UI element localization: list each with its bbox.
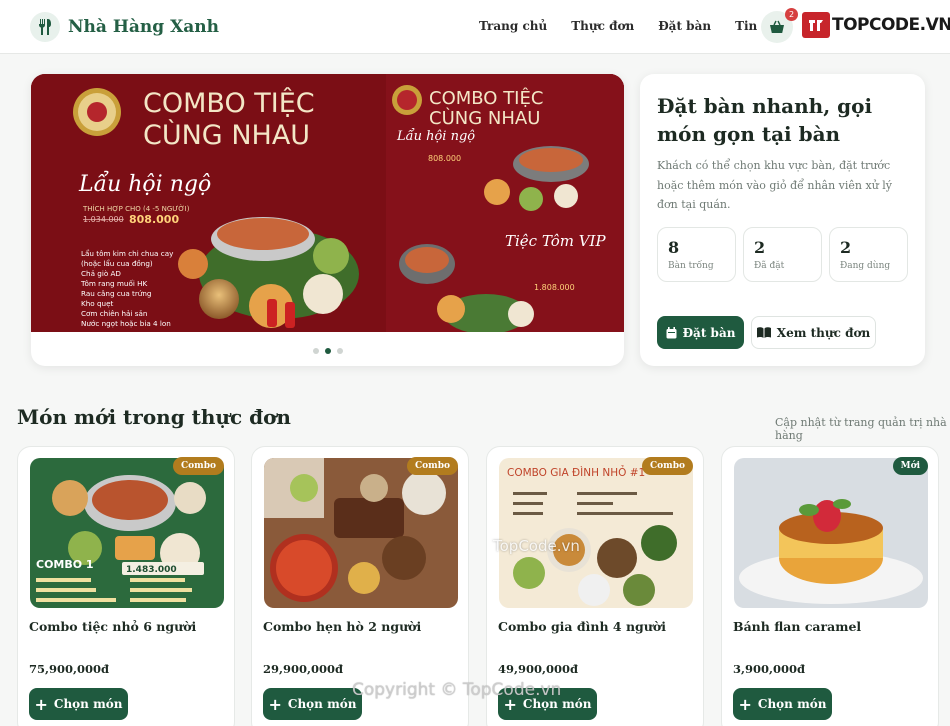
cart-count-badge: 2 [785, 8, 798, 21]
nav-booking[interactable]: Đặt bàn [658, 19, 711, 33]
site-header: Nhà Hàng Xanh Trang chủ Thực đơn Đặt bàn… [0, 0, 950, 54]
dish-image[interactable] [264, 458, 458, 608]
booking-title: Đặt bàn nhanh, gọi món gọn tại bàn [657, 94, 873, 146]
banner-title-line2: CÙNG NHAU [143, 119, 310, 151]
hero-carousel: COMBO TIỆC CÙNG NHAU Lẩu hội ngộ THÍCH H… [31, 74, 624, 366]
banner-item: Chả giò AD [81, 269, 121, 278]
banner-item: Cơm chiên hải sản [81, 309, 147, 318]
topcode-logo-text: TOPCODE.VN [832, 15, 950, 35]
topcode-logo-icon [802, 12, 830, 38]
booking-info-card: Đặt bàn nhanh, gọi món gọn tại bàn Khách… [640, 74, 925, 366]
carousel-dot-1[interactable] [312, 348, 319, 354]
table-stats: 8 Bàn trống 2 Đã đặt 2 Đang dùng [657, 227, 915, 282]
poster-combo-name-1: Lẩu hội ngộ [396, 128, 475, 144]
plus-icon: + [503, 694, 517, 714]
banner-combo-name: Lẩu hội ngộ [78, 169, 211, 197]
brand-name: Nhà Hàng Xanh [68, 17, 219, 37]
menu-card: Mới Bánh flan caramel 3,900,000đ + Chọn … [721, 446, 939, 726]
combo-tag: Combo [173, 457, 224, 475]
banner-item: Kho quẹt [81, 299, 113, 308]
dish-image[interactable] [734, 458, 928, 608]
image-combo-price: 1.483.000 [126, 565, 177, 575]
dish-price: 29,900,000đ [263, 662, 344, 676]
dish-image[interactable]: COMBO GIA ĐÌNH NHỎ #1 [499, 458, 693, 608]
image-combo-label: COMBO 1 [36, 558, 94, 571]
menu-card: COMBO GIA ĐÌNH NHỎ #1 Combo Combo gia đì… [486, 446, 704, 726]
banner-item: Tôm rang muối HK [80, 279, 148, 288]
view-menu-button[interactable]: Xem thực đơn [751, 316, 876, 349]
dish-name: Combo tiệc nhỏ 6 người [29, 619, 197, 634]
stat-in-use: 2 Đang dùng [829, 227, 908, 282]
carousel-dot-3[interactable] [336, 348, 343, 354]
view-menu-label: Xem thực đơn [776, 325, 871, 340]
stat-booked: 2 Đã đặt [743, 227, 822, 282]
book-table-button[interactable]: Đặt bàn [657, 316, 744, 349]
carousel-dots [31, 348, 624, 354]
plus-icon: + [34, 694, 48, 714]
choose-dish-button[interactable]: + Chọn món [263, 688, 362, 720]
dish-name: Combo hẹn hò 2 người [263, 619, 422, 634]
choose-dish-label: Chọn món [757, 697, 827, 711]
choose-dish-label: Chọn món [287, 697, 357, 711]
nav-menu[interactable]: Thực đơn [571, 19, 634, 33]
brand[interactable]: Nhà Hàng Xanh [30, 12, 219, 42]
booking-description: Khách có thể chọn khu vực bàn, đặt trước… [657, 159, 893, 211]
menu-card: COMBO 1 1.483.000 Combo Combo tiệc nhỏ 6… [17, 446, 235, 726]
banner-item: (hoặc lẩu cua đồng) [81, 259, 153, 268]
dish-price: 49,900,000đ [498, 662, 579, 676]
combo-banner-image[interactable]: COMBO TIỆC CÙNG NHAU Lẩu hội ngộ THÍCH H… [31, 74, 624, 334]
poster-combo-name-2: Tiệc Tôm VIP [505, 232, 606, 250]
poster-title-line1: COMBO TIỆC [429, 87, 543, 109]
banner-item: Rau câng cua trứng [81, 289, 151, 298]
topcode-logo: TOPCODE.VN [802, 12, 950, 38]
banner-title-line1: COMBO TIỆC [143, 87, 315, 119]
choose-dish-label: Chọn món [53, 697, 123, 711]
dish-image[interactable]: COMBO 1 1.483.000 [30, 458, 224, 608]
dish-name: Combo gia đình 4 người [498, 619, 666, 634]
poster-price-1: 808.000 [428, 154, 461, 163]
stat-value: 2 [840, 238, 852, 257]
choose-dish-label: Chọn món [522, 697, 592, 711]
stat-label: Đang dùng [840, 261, 891, 271]
banner-item: Lẩu tôm kim chi chua cay [81, 249, 174, 258]
image-combo-label: COMBO GIA ĐÌNH NHỎ #1 [507, 465, 645, 479]
nav-home[interactable]: Trang chủ [479, 19, 547, 33]
section-subtitle: Cập nhật từ trang quản trị nhà hàng [775, 416, 947, 442]
stat-available: 8 Bàn trống [657, 227, 736, 282]
combo-tag: Combo [407, 457, 458, 475]
choose-dish-button[interactable]: + Chọn món [29, 688, 128, 720]
choose-dish-button[interactable]: + Chọn món [733, 688, 832, 720]
banner-item: Nước ngọt hoặc bia 4 lon [81, 319, 171, 328]
dish-name: Bánh flan caramel [733, 619, 862, 634]
banner-price: 808.000 [129, 213, 179, 226]
new-tag: Mới [892, 457, 928, 475]
stat-value: 8 [668, 238, 680, 257]
poster-price-2: 1.808.000 [534, 283, 575, 292]
basket-icon [770, 20, 784, 33]
dish-price: 3,900,000đ [733, 662, 806, 676]
plus-icon: + [268, 694, 282, 714]
menu-card: Combo Combo hẹn hò 2 người 29,900,000đ +… [251, 446, 469, 726]
banner-old-price: 1.034.000 [83, 215, 124, 224]
carousel-dot-2[interactable] [324, 348, 331, 354]
fork-knife-icon [30, 12, 60, 42]
open-book-icon [756, 327, 771, 338]
calendar-icon [666, 326, 677, 339]
choose-dish-button[interactable]: + Chọn món [498, 688, 597, 720]
book-table-label: Đặt bàn [682, 325, 736, 340]
section-title: Món mới trong thực đơn [17, 405, 291, 429]
plus-icon: + [738, 694, 752, 714]
stat-value: 2 [754, 238, 766, 257]
stat-label: Đã đặt [754, 261, 785, 271]
banner-suit-text: THÍCH HỢP CHO (4 -5 NGƯỜI) [82, 204, 190, 213]
main-nav: Trang chủ Thực đơn Đặt bàn Tin tức [479, 19, 807, 33]
cart-button[interactable]: 2 [761, 8, 798, 43]
poster-title-line2: CÙNG NHAU [429, 107, 540, 129]
combo-tag: Combo [642, 457, 693, 475]
dish-price: 75,900,000đ [29, 662, 110, 676]
stat-label: Bàn trống [668, 261, 714, 271]
